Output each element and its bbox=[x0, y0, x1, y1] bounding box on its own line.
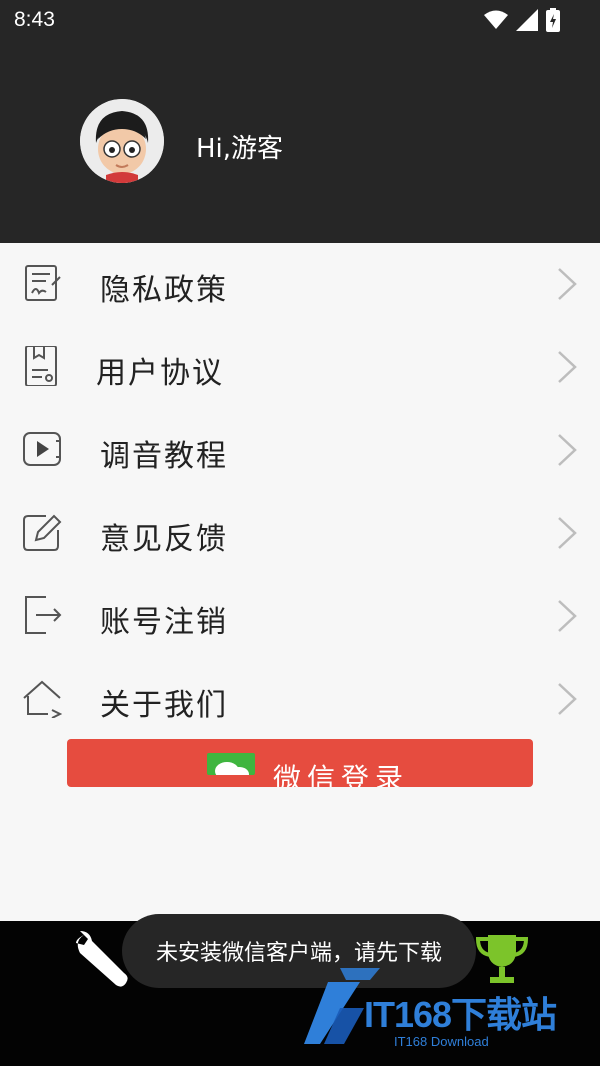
menu-item-feedback[interactable]: 意见反馈 bbox=[0, 492, 600, 575]
edit-pencil-icon bbox=[23, 514, 62, 551]
chevron-right-icon bbox=[558, 683, 577, 715]
chevron-right-icon bbox=[558, 600, 577, 632]
watermark-title: IT168下载站 bbox=[364, 994, 557, 1035]
agreement-icon bbox=[25, 346, 57, 386]
settings-menu: 隐私政策 用户协议 调音教程 意见反馈 账号注销 关于我们 bbox=[0, 243, 600, 741]
menu-item-label: 用户协议 bbox=[96, 356, 224, 391]
greeting-text: Hi,游客 bbox=[196, 134, 284, 164]
wechat-login-label: 微信登录 bbox=[273, 762, 410, 787]
menu-item-user-agreement[interactable]: 用户协议 bbox=[0, 326, 600, 409]
chevron-right-icon bbox=[558, 268, 577, 300]
chevron-right-icon bbox=[558, 517, 577, 549]
wechat-icon bbox=[207, 753, 255, 775]
avatar[interactable] bbox=[80, 99, 164, 183]
menu-item-account-cancellation[interactable]: 账号注销 bbox=[0, 575, 600, 658]
profile-header: Hi,游客 bbox=[0, 40, 600, 243]
home-arrow-icon bbox=[23, 680, 62, 718]
menu-item-label: 账号注销 bbox=[100, 605, 228, 640]
avatar-image bbox=[80, 99, 164, 183]
watermark-subtitle: IT168 Download bbox=[394, 1034, 489, 1049]
chevron-right-icon bbox=[558, 434, 577, 466]
document-sign-icon bbox=[25, 265, 61, 301]
video-play-icon bbox=[23, 432, 61, 466]
battery-icon bbox=[546, 8, 560, 32]
menu-item-tuning-tutorial[interactable]: 调音教程 bbox=[0, 409, 600, 492]
wechat-login-button[interactable]: 微信登录 bbox=[67, 739, 533, 787]
menu-item-about-us[interactable]: 关于我们 bbox=[0, 658, 600, 741]
menu-item-label: 关于我们 bbox=[100, 688, 228, 723]
signal-icon bbox=[516, 9, 538, 31]
menu-item-label: 意见反馈 bbox=[100, 522, 228, 557]
status-time: 8:43 bbox=[14, 8, 55, 31]
chevron-right-icon bbox=[558, 351, 577, 383]
watermark: IT168下载站 IT168 Download bbox=[300, 958, 600, 1058]
menu-item-label: 隐私政策 bbox=[100, 273, 228, 308]
wifi-icon bbox=[484, 10, 508, 29]
menu-item-privacy-policy[interactable]: 隐私政策 bbox=[0, 243, 600, 326]
menu-item-label: 调音教程 bbox=[100, 439, 228, 474]
logout-icon bbox=[25, 596, 62, 634]
status-bar: 8:43 bbox=[0, 0, 600, 40]
